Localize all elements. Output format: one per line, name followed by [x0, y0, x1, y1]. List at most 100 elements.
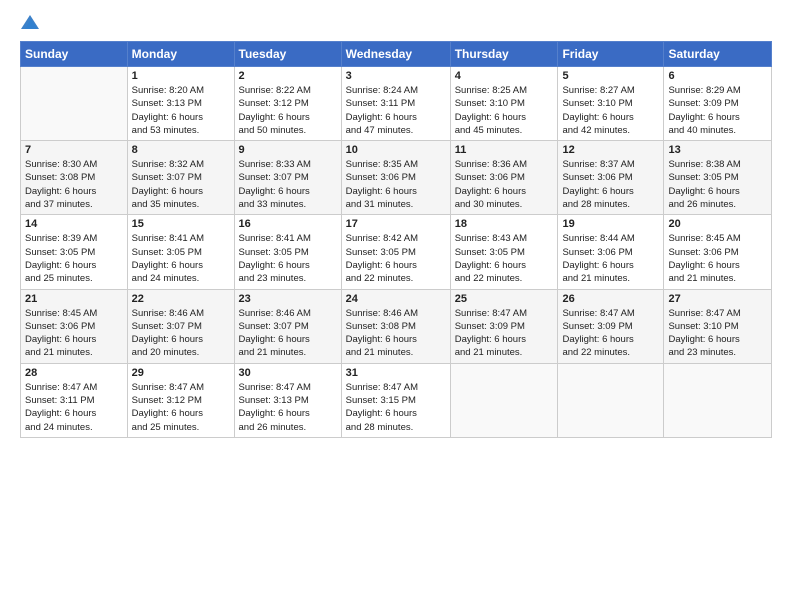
calendar-cell: 25 Sunrise: 8:47 AMSunset: 3:09 PMDayligh…	[450, 289, 558, 363]
col-header-friday: Friday	[558, 42, 664, 67]
calendar-cell: 29 Sunrise: 8:47 AMSunset: 3:12 PMDayligh…	[127, 363, 234, 437]
day-number: 21	[25, 293, 123, 305]
day-info: Sunrise: 8:29 AMSunset: 3:09 PMDaylight:…	[668, 84, 767, 137]
day-number: 13	[668, 144, 767, 156]
day-number: 18	[455, 218, 554, 230]
day-info: Sunrise: 8:42 AMSunset: 3:05 PMDaylight:…	[346, 232, 446, 285]
calendar-cell: 12 Sunrise: 8:37 AMSunset: 3:06 PMDayligh…	[558, 141, 664, 215]
col-header-sunday: Sunday	[21, 42, 128, 67]
day-info: Sunrise: 8:47 AMSunset: 3:12 PMDaylight:…	[132, 381, 230, 434]
day-info: Sunrise: 8:46 AMSunset: 3:08 PMDaylight:…	[346, 307, 446, 360]
calendar-cell: 9Sunrise: 8:33 AMSunset: 3:07 PMDaylight…	[234, 141, 341, 215]
calendar-cell: 28 Sunrise: 8:47 AMSunset: 3:11 PMDayligh…	[21, 363, 128, 437]
day-info: Sunrise: 8:46 AMSunset: 3:07 PMDaylight:…	[132, 307, 230, 360]
calendar-cell: 6 Sunrise: 8:29 AMSunset: 3:09 PMDaylight…	[664, 67, 772, 141]
day-number: 22	[132, 293, 230, 305]
day-number: 29	[132, 367, 230, 379]
calendar-cell: 22 Sunrise: 8:46 AMSunset: 3:07 PMDayligh…	[127, 289, 234, 363]
logo-icon	[21, 15, 39, 31]
calendar-header-row: SundayMondayTuesdayWednesdayThursdayFrid…	[21, 42, 772, 67]
col-header-wednesday: Wednesday	[341, 42, 450, 67]
day-number: 23	[239, 293, 337, 305]
calendar-cell: 1 Sunrise: 8:20 AMSunset: 3:13 PMDaylight…	[127, 67, 234, 141]
day-number: 17	[346, 218, 446, 230]
day-number: 5	[562, 70, 659, 82]
calendar-cell: 15 Sunrise: 8:41 AMSunset: 3:05 PMDayligh…	[127, 215, 234, 289]
day-info: Sunrise: 8:47 AMSunset: 3:09 PMDaylight:…	[455, 307, 554, 360]
calendar-cell	[558, 363, 664, 437]
day-number: 27	[668, 293, 767, 305]
day-number: 30	[239, 367, 337, 379]
day-number: 2	[239, 70, 337, 82]
day-info: Sunrise: 8:47 AMSunset: 3:15 PMDaylight:…	[346, 381, 446, 434]
calendar-cell: 21 Sunrise: 8:45 AMSunset: 3:06 PMDayligh…	[21, 289, 128, 363]
day-info: Sunrise: 8:35 AMSunset: 3:06 PMDaylight:…	[346, 158, 446, 211]
day-number: 31	[346, 367, 446, 379]
day-info: Sunrise: 8:22 AMSunset: 3:12 PMDaylight:…	[239, 84, 337, 137]
calendar-cell: 18 Sunrise: 8:43 AMSunset: 3:05 PMDayligh…	[450, 215, 558, 289]
page: SundayMondayTuesdayWednesdayThursdayFrid…	[0, 0, 792, 448]
day-info: Sunrise: 8:30 AMSunset: 3:08 PMDaylight:…	[25, 158, 123, 211]
day-info: Sunrise: 8:25 AMSunset: 3:10 PMDaylight:…	[455, 84, 554, 137]
day-info: Sunrise: 8:27 AMSunset: 3:10 PMDaylight:…	[562, 84, 659, 137]
day-info: Sunrise: 8:41 AMSunset: 3:05 PMDaylight:…	[132, 232, 230, 285]
calendar-cell: 16 Sunrise: 8:41 AMSunset: 3:05 PMDayligh…	[234, 215, 341, 289]
calendar-cell: 24Sunrise: 8:46 AMSunset: 3:08 PMDayligh…	[341, 289, 450, 363]
day-info: Sunrise: 8:47 AMSunset: 3:11 PMDaylight:…	[25, 381, 123, 434]
calendar-row-2: 14Sunrise: 8:39 AMSunset: 3:05 PMDayligh…	[21, 215, 772, 289]
calendar-cell: 4 Sunrise: 8:25 AMSunset: 3:10 PMDaylight…	[450, 67, 558, 141]
day-info: Sunrise: 8:45 AMSunset: 3:06 PMDaylight:…	[668, 232, 767, 285]
calendar-cell	[664, 363, 772, 437]
day-number: 11	[455, 144, 554, 156]
col-header-tuesday: Tuesday	[234, 42, 341, 67]
calendar-cell: 10 Sunrise: 8:35 AMSunset: 3:06 PMDayligh…	[341, 141, 450, 215]
day-number: 12	[562, 144, 659, 156]
calendar-cell: 3 Sunrise: 8:24 AMSunset: 3:11 PMDaylight…	[341, 67, 450, 141]
day-number: 1	[132, 70, 230, 82]
calendar-cell: 27 Sunrise: 8:47 AMSunset: 3:10 PMDayligh…	[664, 289, 772, 363]
day-number: 15	[132, 218, 230, 230]
day-number: 6	[668, 70, 767, 82]
day-info: Sunrise: 8:36 AMSunset: 3:06 PMDaylight:…	[455, 158, 554, 211]
calendar-cell: 17 Sunrise: 8:42 AMSunset: 3:05 PMDayligh…	[341, 215, 450, 289]
logo	[20, 18, 39, 31]
day-info: Sunrise: 8:41 AMSunset: 3:05 PMDaylight:…	[239, 232, 337, 285]
day-info: Sunrise: 8:20 AMSunset: 3:13 PMDaylight:…	[132, 84, 230, 137]
calendar-cell: 26Sunrise: 8:47 AMSunset: 3:09 PMDayligh…	[558, 289, 664, 363]
calendar-cell: 30 Sunrise: 8:47 AMSunset: 3:13 PMDayligh…	[234, 363, 341, 437]
day-number: 10	[346, 144, 446, 156]
calendar-cell: 23 Sunrise: 8:46 AMSunset: 3:07 PMDayligh…	[234, 289, 341, 363]
calendar-cell: 14Sunrise: 8:39 AMSunset: 3:05 PMDayligh…	[21, 215, 128, 289]
calendar-row-3: 21 Sunrise: 8:45 AMSunset: 3:06 PMDayligh…	[21, 289, 772, 363]
day-number: 20	[668, 218, 767, 230]
day-number: 28	[25, 367, 123, 379]
day-info: Sunrise: 8:47 AMSunset: 3:10 PMDaylight:…	[668, 307, 767, 360]
calendar-row-4: 28 Sunrise: 8:47 AMSunset: 3:11 PMDayligh…	[21, 363, 772, 437]
day-info: Sunrise: 8:37 AMSunset: 3:06 PMDaylight:…	[562, 158, 659, 211]
day-number: 16	[239, 218, 337, 230]
header	[20, 18, 772, 31]
day-number: 7	[25, 144, 123, 156]
col-header-saturday: Saturday	[664, 42, 772, 67]
day-info: Sunrise: 8:46 AMSunset: 3:07 PMDaylight:…	[239, 307, 337, 360]
calendar-cell: 8Sunrise: 8:32 AMSunset: 3:07 PMDaylight…	[127, 141, 234, 215]
day-info: Sunrise: 8:24 AMSunset: 3:11 PMDaylight:…	[346, 84, 446, 137]
calendar-cell: 19 Sunrise: 8:44 AMSunset: 3:06 PMDayligh…	[558, 215, 664, 289]
calendar-cell: 31 Sunrise: 8:47 AMSunset: 3:15 PMDayligh…	[341, 363, 450, 437]
calendar-row-0: 1 Sunrise: 8:20 AMSunset: 3:13 PMDaylight…	[21, 67, 772, 141]
day-number: 25	[455, 293, 554, 305]
calendar-cell: 7 Sunrise: 8:30 AMSunset: 3:08 PMDaylight…	[21, 141, 128, 215]
day-number: 8	[132, 144, 230, 156]
col-header-monday: Monday	[127, 42, 234, 67]
day-number: 26	[562, 293, 659, 305]
calendar-cell: 13Sunrise: 8:38 AMSunset: 3:05 PMDayligh…	[664, 141, 772, 215]
day-info: Sunrise: 8:47 AMSunset: 3:13 PMDaylight:…	[239, 381, 337, 434]
calendar-cell: 5 Sunrise: 8:27 AMSunset: 3:10 PMDaylight…	[558, 67, 664, 141]
day-number: 4	[455, 70, 554, 82]
day-number: 3	[346, 70, 446, 82]
day-number: 19	[562, 218, 659, 230]
day-info: Sunrise: 8:45 AMSunset: 3:06 PMDaylight:…	[25, 307, 123, 360]
day-info: Sunrise: 8:43 AMSunset: 3:05 PMDaylight:…	[455, 232, 554, 285]
day-info: Sunrise: 8:44 AMSunset: 3:06 PMDaylight:…	[562, 232, 659, 285]
calendar-cell	[450, 363, 558, 437]
